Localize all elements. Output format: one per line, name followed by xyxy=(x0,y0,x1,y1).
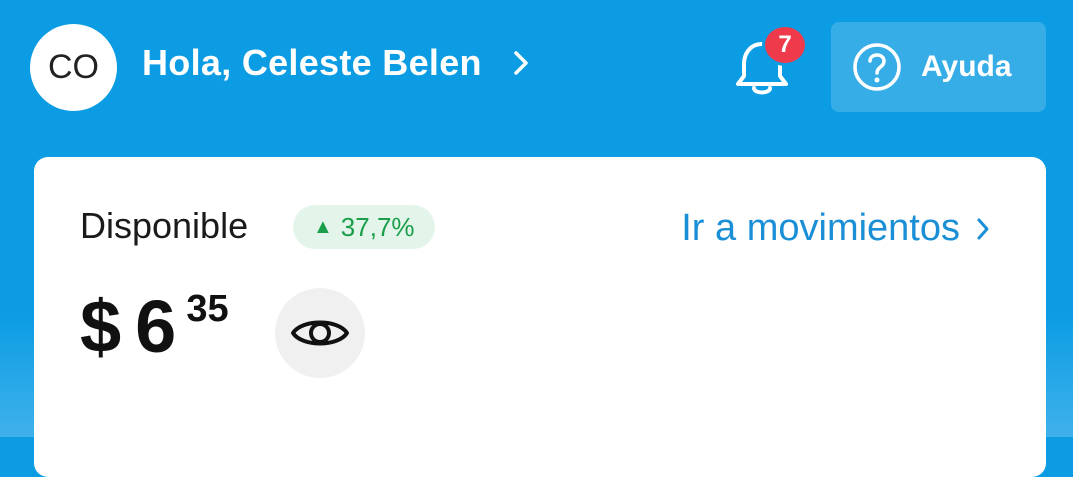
eye-icon xyxy=(291,320,349,346)
movements-link[interactable]: Ir a movimientos xyxy=(681,207,990,250)
chevron-right-icon xyxy=(977,218,989,239)
notification-count: 7 xyxy=(778,31,792,58)
currency-symbol: $ xyxy=(80,285,122,368)
profile-greeting-link[interactable]: Hola, Celeste Belen xyxy=(142,42,530,84)
avatar-initials: CO xyxy=(48,48,99,86)
trend-up-icon: ▲ xyxy=(313,215,333,238)
trend-badge: ▲ 37,7% xyxy=(293,205,435,249)
amount-integer: 6 xyxy=(135,285,177,368)
trend-value: 37,7% xyxy=(340,211,415,242)
app-header: CO Hola, Celeste Belen 7 Ayuda xyxy=(0,0,1073,140)
help-button[interactable]: Ayuda xyxy=(831,22,1046,112)
balance-card: Disponible ▲ 37,7% Ir a movimientos $ 6 … xyxy=(34,157,1046,477)
avatar[interactable]: CO xyxy=(30,24,117,111)
notification-count-badge: 7 xyxy=(762,24,808,66)
toggle-balance-visibility-button[interactable] xyxy=(275,288,365,378)
available-label: Disponible xyxy=(80,205,249,246)
amount-cents: 35 xyxy=(186,288,229,330)
help-circle-icon xyxy=(853,43,901,91)
chevron-right-icon xyxy=(514,51,528,75)
greeting-text: Hola, Celeste Belen xyxy=(142,42,482,83)
help-label: Ayuda xyxy=(921,50,1012,83)
balance-amount: $ 6 35 xyxy=(80,285,229,369)
movements-link-label: Ir a movimientos xyxy=(681,207,960,249)
